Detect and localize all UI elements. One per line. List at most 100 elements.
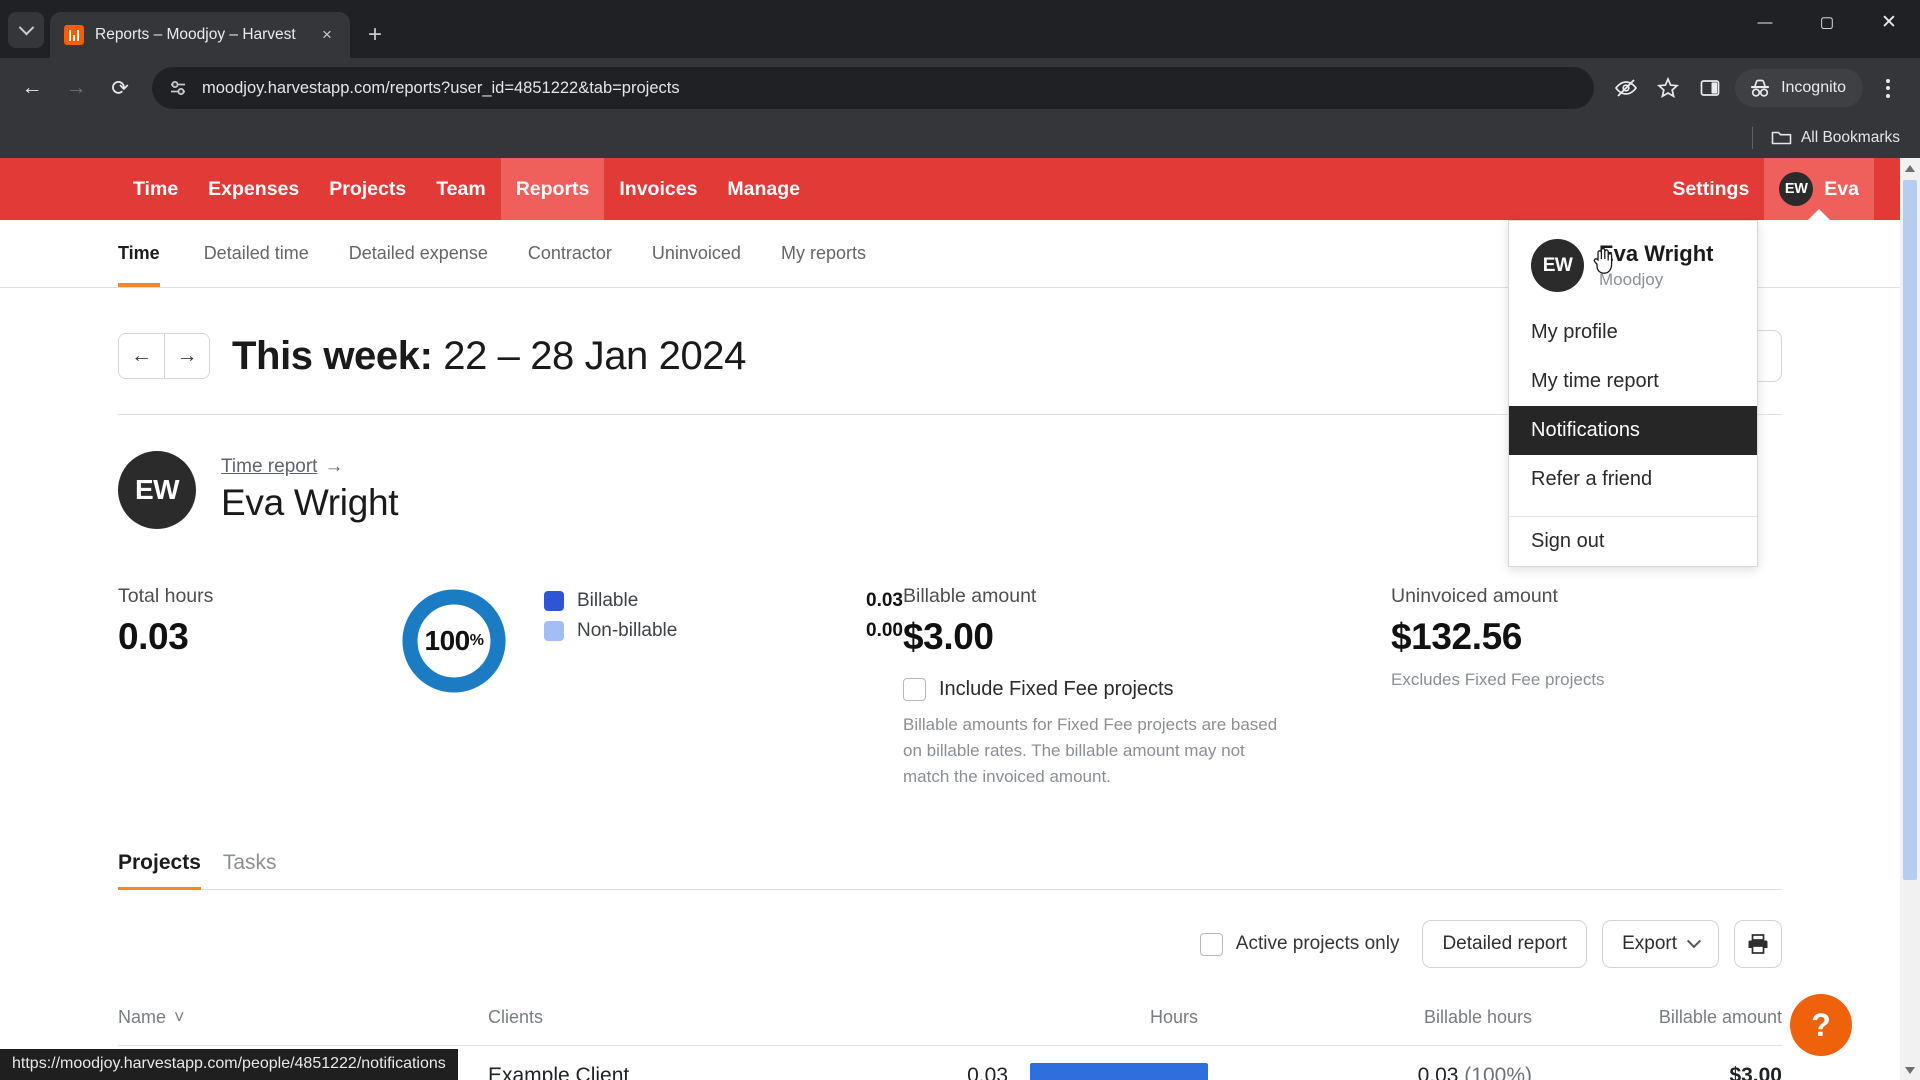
column-header-billable-hours[interactable]: Billable hours	[1208, 1007, 1532, 1028]
eye-off-icon[interactable]	[1606, 68, 1646, 108]
column-header-hours[interactable]: Hours	[908, 1007, 1208, 1028]
active-projects-only-label: Active projects only	[1235, 933, 1400, 955]
donut-percent-value: 100	[424, 625, 471, 656]
subtab-detailed-time[interactable]: Detailed time	[184, 220, 329, 287]
browser-toolbar: ← → ⟳ moodjoy.harvestapp.com/reports?use…	[0, 58, 1920, 118]
scroll-up-button[interactable]	[1900, 158, 1920, 178]
menu-item-my-profile[interactable]: My profile	[1509, 308, 1757, 357]
tab-projects[interactable]: Projects	[118, 851, 223, 891]
column-header-name-label: Name	[118, 1007, 167, 1028]
bookmarks-bar: All Bookmarks	[0, 118, 1920, 158]
subtab-my-reports[interactable]: My reports	[761, 220, 886, 287]
nav-item-time[interactable]: Time	[118, 158, 193, 220]
cell-hours-value: 0.03	[967, 1064, 1008, 1080]
scrollbar-thumb[interactable]	[1903, 180, 1917, 880]
uninvoiced-note: Excludes Fixed Fee projects	[1391, 670, 1605, 689]
page-scrollbar[interactable]	[1900, 158, 1920, 1080]
tab-search-button[interactable]	[8, 12, 44, 48]
avatar: EW	[118, 451, 196, 529]
tab-title: Reports – Moodjoy – Harvest	[95, 26, 296, 43]
harvest-logo-icon	[64, 25, 84, 45]
stat-total-hours: Total hours 0.03	[118, 585, 398, 658]
back-icon[interactable]: ←	[12, 68, 52, 108]
nav-item-reports[interactable]: Reports	[500, 158, 605, 220]
column-header-name[interactable]: Name ˅	[118, 1007, 488, 1028]
column-header-clients[interactable]: Clients	[488, 1007, 908, 1028]
fixed-fee-note: Billable amounts for Fixed Fee projects …	[903, 715, 1278, 786]
new-tab-button[interactable]: +	[358, 18, 392, 52]
address-bar[interactable]: moodjoy.harvestapp.com/reports?user_id=4…	[152, 67, 1595, 109]
nav-item-expenses[interactable]: Expenses	[193, 158, 314, 220]
nav-item-team[interactable]: Team	[421, 158, 501, 220]
time-report-link[interactable]: Time report →	[221, 456, 398, 478]
subtab-uninvoiced[interactable]: Uninvoiced	[632, 220, 761, 287]
user-name-label: Eva	[1824, 177, 1859, 200]
dropdown-user-org: Moodjoy	[1599, 270, 1664, 290]
tab-tasks[interactable]: Tasks	[223, 851, 299, 889]
help-button[interactable]: ?	[1790, 994, 1852, 1056]
forward-icon[interactable]: →	[56, 68, 96, 108]
legend-item-billable: Billable 0.03	[544, 590, 903, 612]
subtab-contractor[interactable]: Contractor	[508, 220, 632, 287]
time-report-link-label: Time report	[221, 456, 318, 477]
nav-item-projects[interactable]: Projects	[314, 158, 421, 220]
all-bookmarks-button[interactable]: All Bookmarks	[1771, 129, 1900, 147]
nav-item-manage[interactable]: Manage	[712, 158, 815, 220]
kebab-menu-icon[interactable]	[1868, 68, 1908, 108]
export-label: Export	[1622, 933, 1677, 955]
subtab-detailed-expense[interactable]: Detailed expense	[329, 220, 508, 287]
export-button[interactable]: Export	[1602, 920, 1719, 969]
menu-item-sign-out[interactable]: Sign out	[1509, 517, 1757, 566]
total-hours-label: Total hours	[118, 585, 214, 607]
include-fixed-fee-row[interactable]: Include Fixed Fee projects	[903, 678, 1323, 701]
reload-icon[interactable]: ⟳	[100, 68, 140, 108]
legend-swatch-billable	[544, 591, 564, 611]
menu-item-notifications[interactable]: Notifications	[1509, 406, 1757, 455]
nav-item-invoices[interactable]: Invoices	[604, 158, 712, 220]
side-panel-icon[interactable]	[1690, 68, 1730, 108]
scroll-down-button[interactable]	[1900, 1060, 1920, 1080]
toolbar-actions: Incognito	[1606, 68, 1908, 108]
nav-item-settings[interactable]: Settings	[1657, 158, 1764, 220]
chevron-down-icon	[18, 19, 34, 35]
billable-amount-label: Billable amount	[903, 585, 1037, 607]
status-bar-url: https://moodjoy.harvestapp.com/people/48…	[0, 1049, 458, 1080]
browser-window: Reports – Moodjoy – Harvest × + — ▢ ✕ ← …	[0, 0, 1920, 1080]
site-settings-icon[interactable]	[168, 78, 188, 98]
menu-caret-icon	[1808, 209, 1831, 220]
detailed-report-button[interactable]: Detailed report	[1422, 920, 1588, 969]
close-icon[interactable]: ×	[316, 24, 338, 46]
total-hours-value: 0.03	[118, 616, 189, 657]
menu-item-refer-a-friend[interactable]: Refer a friend	[1509, 455, 1757, 504]
cell-billable-hours: 0.03 (100%)	[1208, 1064, 1532, 1080]
menu-item-my-time-report[interactable]: My time report	[1509, 357, 1757, 406]
star-icon[interactable]	[1648, 68, 1688, 108]
print-button[interactable]	[1734, 920, 1782, 969]
user-dropdown-menu: EW Eva Wright Moodjoy My profile My time…	[1508, 220, 1758, 567]
stat-uninvoiced-amount: Uninvoiced amount $132.56 Excludes Fixed…	[1391, 585, 1605, 690]
active-projects-only-checkbox[interactable]	[1199, 932, 1223, 956]
include-fixed-fee-label: Include Fixed Fee projects	[939, 678, 1174, 700]
user-menu-button[interactable]: EW Eva	[1764, 158, 1874, 220]
arrow-right-icon: →	[324, 456, 344, 477]
date-title-prefix: This week:	[232, 333, 433, 378]
divider	[1751, 127, 1753, 149]
billable-breakdown: 100% Billable 0.03 Non-billable 0.00	[398, 585, 903, 697]
donut-percent-symbol: %	[469, 632, 484, 649]
page-viewport: Time Expenses Projects Team Reports Invo…	[0, 158, 1920, 1080]
prev-week-button[interactable]: ←	[119, 334, 164, 378]
next-week-button[interactable]: →	[164, 334, 209, 378]
avatar: EW	[1531, 239, 1584, 292]
active-projects-only-row[interactable]: Active projects only	[1199, 932, 1400, 956]
window-close-button[interactable]: ✕	[1858, 0, 1920, 44]
column-header-billable-amount[interactable]: Billable amount	[1532, 1007, 1782, 1028]
minimize-button[interactable]: —	[1734, 0, 1796, 44]
billable-donut-chart: 100%	[398, 585, 510, 697]
table-header: Name ˅ Clients Hours Billable hours Bill…	[118, 990, 1782, 1047]
browser-tab[interactable]: Reports – Moodjoy – Harvest ×	[50, 12, 350, 58]
include-fixed-fee-checkbox[interactable]	[903, 678, 926, 701]
subtab-time[interactable]: Time	[118, 220, 184, 287]
cell-hours: 0.03	[908, 1063, 1208, 1080]
maximize-button[interactable]: ▢	[1796, 0, 1858, 44]
incognito-indicator[interactable]: Incognito	[1735, 69, 1863, 107]
